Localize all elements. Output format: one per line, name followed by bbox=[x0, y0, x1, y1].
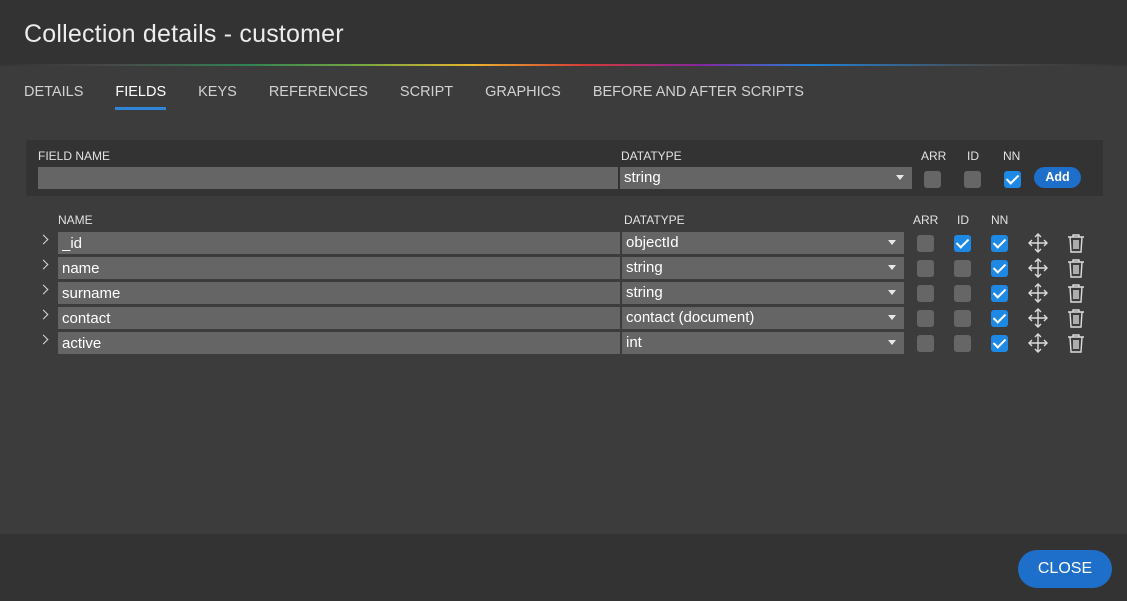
nn-checkbox[interactable] bbox=[1004, 171, 1021, 188]
header-accent-bar bbox=[0, 64, 1127, 66]
trash-icon[interactable] bbox=[1066, 283, 1086, 303]
field-nn-checkbox[interactable] bbox=[991, 285, 1008, 302]
field-id-checkbox[interactable] bbox=[954, 335, 971, 352]
tab-script[interactable]: SCRIPT bbox=[400, 84, 453, 110]
field-id-checkbox[interactable] bbox=[954, 260, 971, 277]
field-name-input[interactable] bbox=[58, 257, 620, 279]
close-button[interactable]: CLOSE bbox=[1018, 550, 1112, 588]
trash-icon[interactable] bbox=[1066, 233, 1086, 253]
field-row: objectId bbox=[0, 232, 1127, 254]
datatype-select-value: string bbox=[624, 169, 661, 186]
caret-down-icon bbox=[888, 265, 896, 270]
nn-label: NN bbox=[1003, 149, 1021, 163]
trash-icon[interactable] bbox=[1066, 258, 1086, 278]
new-field-panel: FIELD NAME DATATYPE string ARR ID NN Add bbox=[26, 140, 1103, 196]
chevron-right-icon[interactable] bbox=[38, 309, 49, 320]
field-arr-checkbox[interactable] bbox=[917, 335, 934, 352]
field-row: int bbox=[0, 332, 1127, 354]
trash-icon[interactable] bbox=[1066, 308, 1086, 328]
move-icon[interactable] bbox=[1028, 308, 1048, 328]
datatype-select[interactable]: string bbox=[620, 167, 912, 189]
tab-references[interactable]: REFERENCES bbox=[269, 84, 368, 110]
col-header-id: ID bbox=[957, 213, 969, 227]
field-name-label: FIELD NAME bbox=[38, 149, 111, 163]
field-id-checkbox[interactable] bbox=[954, 285, 971, 302]
dialog-title: Collection details - customer bbox=[24, 20, 344, 48]
trash-icon[interactable] bbox=[1066, 333, 1086, 353]
id-checkbox[interactable] bbox=[964, 171, 981, 188]
field-name-input[interactable] bbox=[58, 332, 620, 354]
caret-down-icon bbox=[888, 315, 896, 320]
field-datatype-value: string bbox=[626, 284, 663, 301]
move-icon[interactable] bbox=[1028, 233, 1048, 253]
field-name-input[interactable] bbox=[58, 232, 620, 254]
field-datatype-select[interactable]: int bbox=[622, 332, 904, 354]
field-arr-checkbox[interactable] bbox=[917, 260, 934, 277]
field-row: contact (document) bbox=[0, 307, 1127, 329]
field-nn-checkbox[interactable] bbox=[991, 260, 1008, 277]
field-datatype-value: contact (document) bbox=[626, 309, 755, 326]
chevron-right-icon[interactable] bbox=[38, 234, 49, 245]
chevron-right-icon[interactable] bbox=[38, 284, 49, 295]
field-nn-checkbox[interactable] bbox=[991, 235, 1008, 252]
caret-down-icon bbox=[896, 175, 904, 180]
field-row: string bbox=[0, 257, 1127, 279]
field-row: string bbox=[0, 282, 1127, 304]
caret-down-icon bbox=[888, 240, 896, 245]
field-datatype-value: objectId bbox=[626, 234, 679, 251]
dialog-footer: CLOSE bbox=[0, 534, 1127, 601]
field-datatype-value: string bbox=[626, 259, 663, 276]
datatype-label: DATATYPE bbox=[621, 149, 682, 163]
col-header-nn: NN bbox=[991, 213, 1009, 227]
dialog-header: Collection details - customer bbox=[0, 0, 1127, 64]
tab-graphics[interactable]: GRAPHICS bbox=[485, 84, 561, 110]
field-name-input[interactable] bbox=[38, 167, 618, 189]
field-nn-checkbox[interactable] bbox=[991, 335, 1008, 352]
field-id-checkbox[interactable] bbox=[954, 310, 971, 327]
col-header-datatype: DATATYPE bbox=[624, 213, 685, 227]
id-label: ID bbox=[967, 149, 979, 163]
field-name-input[interactable] bbox=[58, 307, 620, 329]
tab-details[interactable]: DETAILS bbox=[24, 84, 83, 110]
field-datatype-select[interactable]: contact (document) bbox=[622, 307, 904, 329]
arr-checkbox[interactable] bbox=[924, 171, 941, 188]
tab-keys[interactable]: KEYS bbox=[198, 84, 237, 110]
field-datatype-select[interactable]: objectId bbox=[622, 232, 904, 254]
field-id-checkbox[interactable] bbox=[954, 235, 971, 252]
tab-fields[interactable]: FIELDS bbox=[115, 84, 166, 110]
field-arr-checkbox[interactable] bbox=[917, 285, 934, 302]
field-datatype-select[interactable]: string bbox=[622, 257, 904, 279]
chevron-right-icon[interactable] bbox=[38, 259, 49, 270]
caret-down-icon bbox=[888, 340, 896, 345]
col-header-arr: ARR bbox=[913, 213, 939, 227]
add-button[interactable]: Add bbox=[1034, 167, 1081, 188]
arr-label: ARR bbox=[921, 149, 947, 163]
move-icon[interactable] bbox=[1028, 333, 1048, 353]
col-header-name: NAME bbox=[58, 213, 93, 227]
tab-before-after-scripts[interactable]: BEFORE AND AFTER SCRIPTS bbox=[593, 84, 804, 110]
field-datatype-select[interactable]: string bbox=[622, 282, 904, 304]
chevron-right-icon[interactable] bbox=[38, 334, 49, 345]
field-arr-checkbox[interactable] bbox=[917, 310, 934, 327]
move-icon[interactable] bbox=[1028, 283, 1048, 303]
field-arr-checkbox[interactable] bbox=[917, 235, 934, 252]
move-icon[interactable] bbox=[1028, 258, 1048, 278]
caret-down-icon bbox=[888, 290, 896, 295]
field-name-input[interactable] bbox=[58, 282, 620, 304]
field-nn-checkbox[interactable] bbox=[991, 310, 1008, 327]
field-datatype-value: int bbox=[626, 334, 642, 351]
tab-bar: DETAILS FIELDS KEYS REFERENCES SCRIPT GR… bbox=[24, 84, 836, 110]
